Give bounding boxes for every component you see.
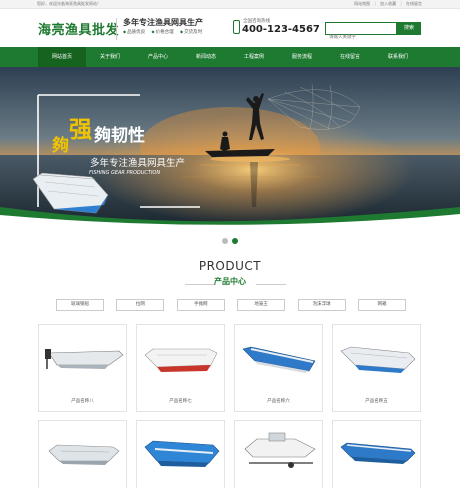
top-links: 网站地图 | 加入收藏 | 在线留言	[351, 1, 422, 7]
nav-item-about[interactable]: 关于我们	[86, 47, 134, 67]
top-link-separator: |	[400, 1, 402, 6]
category-button[interactable]: 地笼王	[237, 299, 286, 311]
product-name[interactable]: 产品名称七	[137, 398, 224, 404]
product-image	[48, 444, 120, 465]
product-card[interactable]	[136, 420, 225, 488]
category-button[interactable]: 玻璃钢船	[56, 299, 104, 311]
banner-headline-rest: 夠韧性	[94, 126, 145, 146]
logo-divider	[116, 18, 117, 40]
phone-icon	[233, 20, 240, 34]
banner-subtitle: 多年专注渔具网具生产	[90, 158, 186, 169]
top-bar: 您好，欢迎光临海亮渔具批发网站！ 网站地图 | 加入收藏 | 在线留言	[0, 0, 460, 9]
feature-item: 价格合理	[152, 30, 174, 35]
category-button[interactable]: 网箱	[357, 299, 406, 311]
main-nav: 网站首页 关于我们 产品中心 新闻动态 工程案例 服务流程 在线留言 联系我们	[0, 47, 460, 67]
search-button[interactable]: 搜索	[397, 22, 421, 35]
product-card[interactable]	[332, 420, 421, 488]
product-image	[244, 432, 316, 468]
search-box	[325, 22, 397, 43]
product-name[interactable]: 产品名称六	[235, 398, 322, 404]
product-image	[144, 440, 220, 467]
top-link-separator: |	[374, 1, 376, 6]
phone-number: 400-123-4567	[242, 24, 320, 35]
header: 海亮渔具批发 多年专注渔具网具生产 品质优良 价格合理 交货及时 全国咨询热线 …	[0, 9, 460, 47]
product-card[interactable]: 产品名称七	[136, 324, 225, 412]
hero-banner[interactable]: 夠强 夠韧性 多年专注渔具网具生产 FISHING GEAR PRODUCTION	[0, 67, 460, 225]
product-name[interactable]: 产品名称五	[333, 398, 420, 404]
category-button[interactable]: 泡沫浮球	[297, 299, 346, 311]
product-image	[340, 442, 416, 464]
search-input[interactable]	[326, 32, 396, 43]
slider-dot[interactable]	[222, 238, 228, 244]
slider-dot-active[interactable]	[232, 238, 238, 244]
nav-item-message[interactable]: 在线留言	[326, 47, 374, 67]
product-image	[242, 346, 316, 373]
category-button[interactable]: 手抛网	[176, 299, 225, 311]
header-slogan: 多年专注渔具网具生产	[123, 18, 203, 27]
nav-item-service[interactable]: 服务流程	[278, 47, 326, 67]
product-image	[45, 349, 124, 369]
nav-item-news[interactable]: 新闻动态	[182, 47, 230, 67]
banner-english: FISHING GEAR PRODUCTION	[89, 170, 161, 176]
feature-item: 交货及时	[180, 30, 202, 35]
top-link-favorite[interactable]: 加入收藏	[380, 1, 396, 6]
header-features: 品质优良 价格合理 交货及时	[123, 29, 207, 35]
product-card[interactable]: 产品名称五	[332, 324, 421, 412]
nav-item-contact[interactable]: 联系我们	[374, 47, 422, 67]
product-title-en: PRODUCT	[198, 259, 262, 273]
nav-item-cases[interactable]: 工程案例	[230, 47, 278, 67]
feature-item: 品质优良	[123, 30, 145, 35]
banner-headline-char2: 强	[69, 116, 92, 143]
top-link-sitemap[interactable]: 网站地图	[354, 1, 370, 6]
product-title-cn: 产品中心	[214, 277, 246, 286]
product-name[interactable]: 产品名称八	[39, 398, 126, 404]
product-card[interactable]	[234, 420, 323, 488]
welcome-text: 您好，欢迎光临海亮渔具批发网站！	[37, 1, 101, 6]
product-card[interactable]: 产品名称八	[38, 324, 127, 412]
product-categories: 玻璃钢船 拉网 手抛网 地笼王 泡沫浮球 网箱	[56, 299, 406, 311]
product-card[interactable]: 产品名称六	[234, 324, 323, 412]
nav-item-products[interactable]: 产品中心	[134, 47, 182, 67]
top-link-message[interactable]: 在线留言	[406, 1, 422, 6]
site-logo[interactable]: 海亮渔具批发	[38, 19, 119, 38]
nav-item-home[interactable]: 网站首页	[38, 47, 86, 67]
product-image	[144, 348, 218, 372]
product-image	[340, 346, 416, 373]
banner-headline-char1: 夠	[52, 136, 69, 156]
banner-headline: 夠强 夠韧性	[52, 114, 145, 156]
product-card[interactable]	[38, 420, 127, 488]
category-button[interactable]: 拉网	[116, 299, 165, 311]
